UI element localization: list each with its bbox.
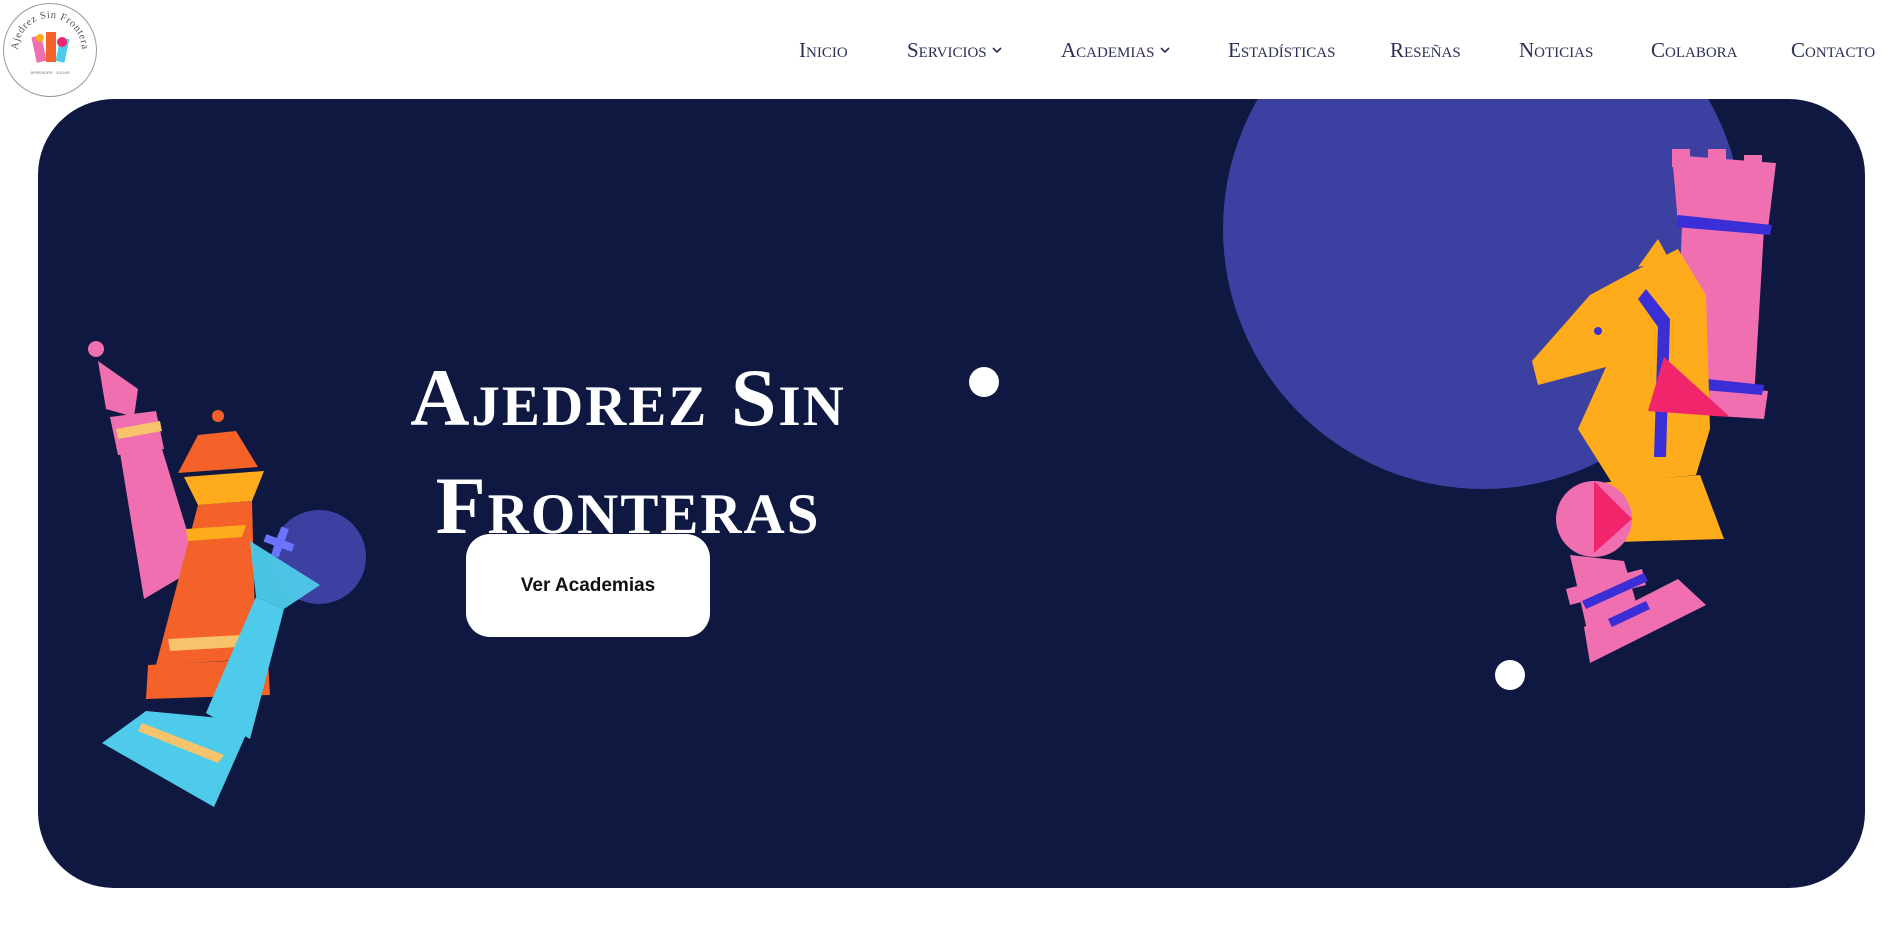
nav-estadisticas[interactable]: Estadísticas [1228,36,1335,64]
ver-academias-button[interactable]: Ver Academias [466,534,710,637]
site-header: Ajedrez Sin Fronteras APRENDER · JUGAR I… [0,0,1904,99]
main-nav: Inicio Servicios Academias Estadísticas … [0,36,1904,64]
nav-label: Inicio [799,37,848,62]
nav-contacto[interactable]: Contacto [1791,36,1875,64]
hero-banner: Ajedrez Sin Fronteras Ver Academias [38,99,1865,888]
nav-inicio[interactable]: Inicio [799,36,848,64]
hero-illustration [88,99,1776,807]
nav-label: Academias [1061,37,1155,62]
chevron-down-icon [1159,47,1170,54]
hero-title: Ajedrez Sin Fronteras [338,344,918,560]
nav-label: Reseñas [1390,37,1461,62]
chevron-down-icon [992,47,1002,54]
nav-noticias[interactable]: Noticias [1519,36,1593,64]
decor-dot [1495,660,1525,690]
logo-subtext: APRENDER · JUGAR [30,70,69,75]
nav-servicios[interactable]: Servicios [907,36,1003,64]
nav-colabora[interactable]: Colabora [1651,36,1738,64]
nav-label: Servicios [907,37,987,62]
decor-dot [969,367,999,397]
nav-resenas[interactable]: Reseñas [1390,36,1461,64]
nav-label: Estadísticas [1228,37,1336,62]
nav-label: Noticias [1519,37,1594,62]
nav-label: Colabora [1651,37,1738,62]
nav-label: Contacto [1791,37,1876,62]
hero-title-line-1: Ajedrez Sin [410,351,846,443]
nav-academias[interactable]: Academias [1061,36,1171,64]
